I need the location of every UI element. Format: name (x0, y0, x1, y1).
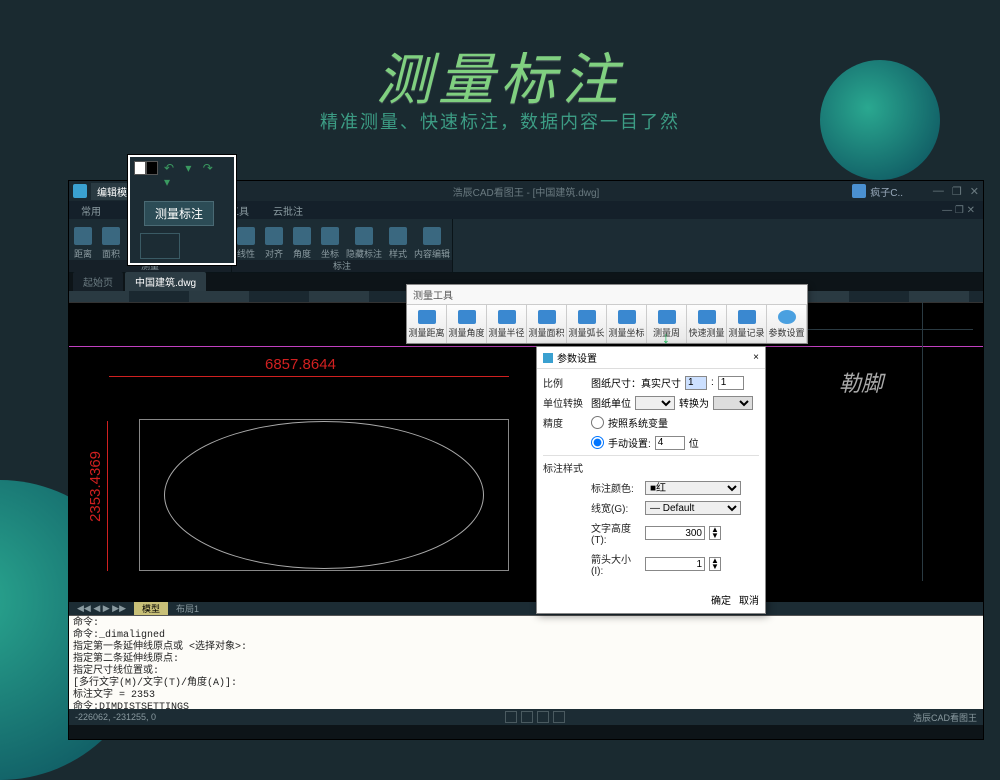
user-badge[interactable]: 疯子C.. (852, 184, 903, 199)
tool-style[interactable]: 样式 (384, 219, 412, 260)
input-precision[interactable] (655, 436, 685, 450)
lbl-prec-unit: 位 (689, 435, 699, 450)
status-product: 浩辰CAD看图王 (913, 711, 977, 724)
input-arrow-size[interactable] (645, 557, 705, 571)
cancel-button[interactable]: 取消 (739, 592, 759, 607)
mb-angle[interactable]: 测量角度 (447, 305, 487, 343)
lbl-prec-man: 手动设置: (608, 435, 651, 450)
tool-aligned[interactable]: 对齐 (260, 219, 288, 260)
ribbon-group-annotate: 标注 (232, 260, 452, 272)
select-lineweight[interactable]: — Default (645, 501, 741, 515)
mb-settings[interactable]: 参数设置 (767, 305, 807, 343)
radio-prec-manual[interactable] (591, 436, 604, 449)
lbl-lineweight: 线宽(G): (591, 500, 641, 515)
lbl-precision: 精度 (543, 415, 587, 430)
restore-button[interactable]: ❐ (952, 185, 962, 198)
close-button[interactable]: ✕ (970, 185, 979, 198)
dim-h-value: 6857.8644 (259, 356, 342, 373)
dim-v-value: 2353.4369 (87, 451, 104, 522)
lbl-unit-to: 转换为 (679, 395, 709, 410)
drawing-label: 勒脚 (839, 366, 883, 398)
color-swatch (134, 161, 158, 175)
command-line[interactable]: 命令: 命令:_dimaligned 指定第一条延伸线原点或 <选择对象>: 指… (69, 615, 983, 709)
lbl-color: 标注颜色: (591, 480, 641, 495)
user-avatar-icon (852, 184, 866, 198)
zoom-tab-measure[interactable]: 测量标注 (144, 201, 214, 226)
lbl-style: 标注样式 (543, 460, 587, 475)
mb-quick[interactable]: 快速测量 (687, 305, 727, 343)
ribbon-tab-common[interactable]: 常用 (69, 203, 113, 218)
lbl-prec-sys: 按照系统变量 (608, 415, 668, 430)
tool-area[interactable]: 面积 (97, 219, 125, 260)
hero-subtitle: 精准测量、快速标注，数据内容一目了然 (0, 108, 1000, 134)
mb-radius[interactable]: 测量半径 (487, 305, 527, 343)
user-name: 疯子C.. (870, 184, 903, 199)
mb-coord[interactable]: 测量坐标 (607, 305, 647, 343)
file-tab-active[interactable]: 中国建筑.dwg (125, 272, 206, 291)
dialog-icon (543, 353, 553, 363)
lbl-unit: 单位转换 (543, 395, 587, 410)
input-scale2[interactable] (718, 376, 744, 390)
undo-redo-icons: ↶ ▾ ↷ ▾ (164, 161, 234, 189)
lbl-scale: 比例 (543, 375, 587, 390)
layout-arrows[interactable]: ◀◀ ◀ ▶ ▶▶ (69, 603, 134, 614)
zoom-callout: ↶ ▾ ↷ ▾ 测量标注 (128, 155, 236, 265)
layout-tabs: ◀◀ ◀ ▶ ▶▶ 模型 布局1 (69, 601, 983, 615)
cross-v (922, 301, 923, 581)
status-bar: -226062, -231255, 0 浩辰CAD看图王 (69, 709, 983, 725)
layout-1[interactable]: 布局1 (168, 602, 207, 615)
dimension-vertical: 2353.4369 (107, 421, 108, 571)
minimize-button[interactable]: — (933, 185, 944, 198)
input-text-height[interactable] (645, 526, 705, 540)
measure-toolbar: 测量工具 测量距离 测量角度 测量半径 测量面积 测量弧长 测量坐标 测量周 快… (406, 284, 808, 344)
tool-hide-dim[interactable]: 隐藏标注 (344, 219, 384, 260)
tool-coord[interactable]: 坐标 (316, 219, 344, 260)
mb-record[interactable]: 测量记录 (727, 305, 767, 343)
drawing-ellipse (164, 421, 484, 569)
settings-dialog: 参数设置 × 比例 图纸尺寸：真实尺寸 : 单位转换 图纸单位 转换为 精度 按… (536, 346, 766, 614)
select-unit-from[interactable] (635, 396, 675, 410)
mb-distance[interactable]: 测量距离 (407, 305, 447, 343)
guide-line (69, 346, 983, 347)
radio-prec-sys[interactable] (591, 416, 604, 429)
measure-toolbar-title: 测量工具 (407, 285, 807, 305)
tool-edit-content[interactable]: 内容编辑 (412, 219, 452, 260)
lbl-unit2: 图纸单位 (591, 395, 631, 410)
lbl-arrow-size: 箭头大小(I): (591, 551, 641, 577)
status-toggles[interactable] (505, 711, 565, 723)
tool-distance[interactable]: 距离 (69, 219, 97, 260)
select-unit-to[interactable] (713, 396, 753, 410)
hero-title: 测量标注 (0, 35, 1000, 116)
file-tab-start[interactable]: 起始页 (73, 272, 123, 291)
dialog-close-button[interactable]: × (753, 352, 759, 363)
zoom-tool-icon (140, 233, 180, 259)
dialog-title: 参数设置 (557, 350, 597, 365)
mb-arc[interactable]: 测量弧长 (567, 305, 607, 343)
layout-model[interactable]: 模型 (134, 602, 168, 615)
status-coords: -226062, -231255, 0 (75, 712, 156, 722)
input-scale1[interactable] (685, 376, 707, 390)
ok-button[interactable]: 确定 (711, 592, 731, 607)
tool-linear[interactable]: 线性 (232, 219, 260, 260)
ribbon-tab-cloud[interactable]: 云批注 (261, 203, 315, 218)
tool-angle-dim[interactable]: 角度 (288, 219, 316, 260)
dimension-horizontal: 6857.8644 (109, 376, 509, 377)
mb-area[interactable]: 测量面积 (527, 305, 567, 343)
ribbon-collapse-icon[interactable]: — ❐ ✕ (930, 205, 983, 216)
lbl-text-height: 文字高度(T): (591, 520, 641, 546)
lbl-scale2: 图纸尺寸：真实尺寸 (591, 375, 681, 390)
select-color[interactable]: ■红 (645, 481, 741, 495)
